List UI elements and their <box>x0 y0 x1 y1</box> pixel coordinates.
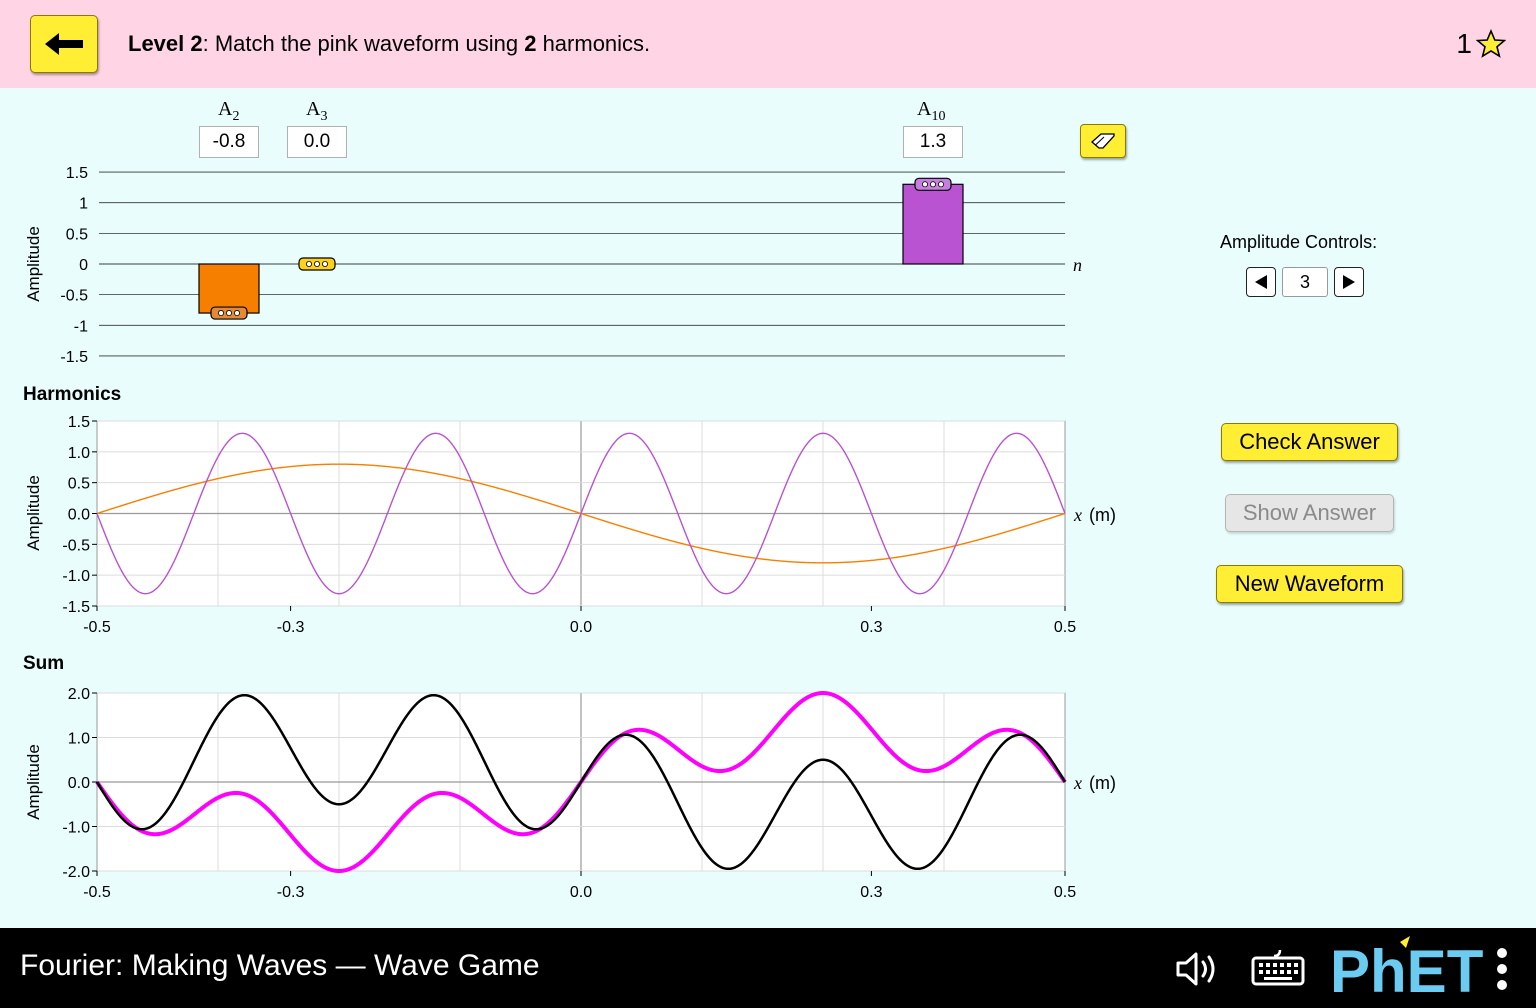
keyboard-icon[interactable] <box>1250 946 1306 992</box>
handle-grip-dot <box>305 260 312 267</box>
ytick-label: 0.5 <box>68 476 90 493</box>
sum-ylabel: Amplitude <box>24 744 43 820</box>
amp-bar-10 <box>902 183 964 265</box>
ytick-label: -0.5 <box>62 537 90 554</box>
sum-title: Sum <box>23 653 65 674</box>
amp-ytick: 0 <box>79 257 88 274</box>
amp-ytick: 1.5 <box>66 165 88 182</box>
handle-grip-dot <box>321 260 328 267</box>
ytick-label: 2.0 <box>68 686 90 703</box>
harmonics-ylabel: Amplitude <box>24 475 43 551</box>
check-answer-button[interactable]: Check Answer <box>1221 423 1398 461</box>
handle-grip-dot <box>930 181 937 188</box>
ytick-label: 0.0 <box>68 507 90 524</box>
menu-kebab-icon[interactable] <box>1490 944 1514 996</box>
xtick-label: 0.0 <box>570 619 592 636</box>
show-answer-button[interactable]: Show Answer <box>1225 494 1394 532</box>
handle-grip-dot <box>217 310 224 317</box>
amp-ytick: -1.5 <box>60 349 88 366</box>
amp-ytick: -1 <box>74 318 88 335</box>
handle-grip-dot <box>922 181 929 188</box>
xtick-label: 0.3 <box>860 619 882 636</box>
amp-ytick: -0.5 <box>60 288 88 305</box>
xtick-label: -0.5 <box>83 884 111 901</box>
amplitude-controls-label: Amplitude Controls: <box>1220 232 1378 252</box>
xtick-label: 0.5 <box>1054 619 1076 636</box>
new-waveform-button[interactable]: New Waveform <box>1216 565 1403 603</box>
xtick-label: -0.3 <box>277 884 305 901</box>
ytick-label: -2.0 <box>62 864 90 881</box>
xtick-label: -0.5 <box>83 619 111 636</box>
xtick-label: 0.3 <box>860 884 882 901</box>
xtick-label: -0.3 <box>277 619 305 636</box>
handle-grip-dot <box>225 310 232 317</box>
harmonics-axis-unit: (m) <box>1089 505 1116 525</box>
amplitude-controls-spinner: 3 <box>1246 267 1364 297</box>
amp-bar-2 <box>198 263 260 314</box>
harmonics-title: Harmonics <box>23 384 122 405</box>
sum-axis-unit: (m) <box>1089 773 1116 793</box>
amp-axis-n: n <box>1073 255 1082 275</box>
ytick-label: 0.0 <box>68 775 90 792</box>
triangle-right-icon <box>1343 275 1355 289</box>
increment-button[interactable] <box>1334 267 1364 297</box>
amp-ytick: 1 <box>79 196 88 213</box>
ytick-label: -1.0 <box>62 568 90 585</box>
amp-ylabel: Amplitude <box>24 226 43 302</box>
amp-ytick: 0.5 <box>66 226 88 243</box>
amplitude-controls-value: 3 <box>1282 267 1328 297</box>
handle-grip-dot <box>233 310 240 317</box>
xtick-label: 0.0 <box>570 884 592 901</box>
sound-icon[interactable] <box>1172 946 1232 992</box>
ytick-label: 1.0 <box>68 731 90 748</box>
ytick-label: -1.0 <box>62 820 90 837</box>
ytick-label: -1.5 <box>62 599 90 616</box>
decrement-button[interactable] <box>1246 267 1276 297</box>
ytick-label: 1.0 <box>68 445 90 462</box>
phet-logo[interactable]: PhET <box>1328 934 1488 998</box>
handle-grip-dot <box>938 181 945 188</box>
ytick-label: 1.5 <box>68 414 90 431</box>
xtick-label: 0.5 <box>1054 884 1076 901</box>
triangle-left-icon <box>1255 275 1267 289</box>
handle-grip-dot <box>313 260 320 267</box>
sim-title: Fourier: Making Waves — Wave Game <box>20 949 540 982</box>
sum-axis-x: x <box>1073 773 1082 793</box>
phet-logo-text: PhET <box>1330 938 1483 998</box>
harmonics-axis-x: x <box>1073 505 1082 525</box>
